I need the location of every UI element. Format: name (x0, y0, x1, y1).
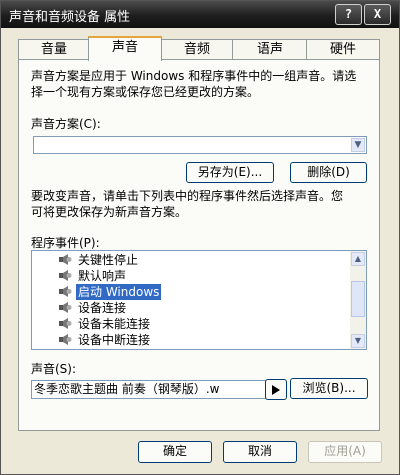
tab-audio[interactable]: 音频 (160, 39, 234, 59)
browse-button[interactable]: 浏览(B)... (290, 378, 368, 399)
speaker-icon (59, 270, 72, 281)
speaker-icon (59, 254, 72, 265)
speaker-icon (59, 286, 72, 297)
speaker-icon (59, 334, 72, 345)
ok-button[interactable]: 确定 (138, 441, 212, 463)
scheme-dropdown[interactable]: ▼ (33, 136, 367, 154)
save-as-button[interactable]: 另存为(E)... (186, 162, 274, 183)
delete-button[interactable]: 删除(D) (290, 162, 367, 183)
scheme-description: 声音方案是应用于 Windows 和程序事件中的一组声音。请选 择一个现有方案或… (31, 69, 357, 99)
cancel-button[interactable]: 取消 (223, 441, 297, 463)
scheme-label: 声音方案(C): (31, 117, 101, 131)
sound-file-dropdown[interactable]: 冬季恋歌主题曲 前奏（钢琴版）.w (31, 380, 269, 399)
help-button[interactable]: ? (335, 4, 362, 25)
tab-volume[interactable]: 音量 (18, 39, 90, 59)
sounds-panel: 声音方案是应用于 Windows 和程序事件中的一组声音。请选 择一个现有方案或… (18, 59, 380, 431)
program-events-list[interactable]: 关键性停止 默认响声 启动 Windows 设备连接 设备未能连接 设备中断连接 (31, 250, 367, 350)
change-description: 要改变声音，请单击下列表中的程序事件然后选择声音。您 可将更改保存为新声音方案。 (31, 189, 344, 219)
chevron-down-icon[interactable]: ▼ (351, 334, 365, 348)
tab-sounds[interactable]: 声音 (88, 36, 162, 61)
play-icon (272, 385, 280, 395)
tab-hardware[interactable]: 硬件 (306, 39, 380, 59)
sound-label: 声音(S): (31, 362, 77, 376)
scrollbar-thumb[interactable] (351, 281, 365, 317)
speaker-icon (59, 318, 72, 329)
title-bar[interactable]: 声音和音频设备 属性 ? X (1, 1, 399, 28)
chevron-down-icon[interactable]: ▼ (351, 138, 365, 152)
vertical-scrollbar[interactable]: ▲ ▼ (350, 251, 366, 349)
window-title: 声音和音频设备 属性 (9, 10, 131, 25)
chevron-up-icon[interactable]: ▲ (351, 252, 365, 266)
apply-button[interactable]: 应用(A) (308, 441, 382, 463)
tab-voice[interactable]: 语声 (232, 39, 308, 59)
sound-properties-window: 声音和音频设备 属性 ? X 音量 声音 音频 语声 硬件 声音方案是应用于 W… (0, 0, 400, 475)
events-label: 程序事件(P): (31, 236, 100, 250)
play-button[interactable] (265, 379, 287, 400)
speaker-icon (59, 302, 72, 313)
close-button[interactable]: X (364, 4, 391, 25)
tab-strip: 音量 声音 音频 语声 硬件 (18, 36, 380, 61)
